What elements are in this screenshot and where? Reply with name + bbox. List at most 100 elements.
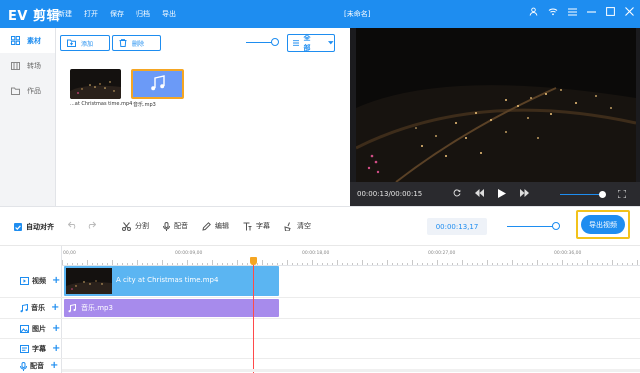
ruler-tick bbox=[582, 263, 583, 265]
ruler-tick bbox=[572, 263, 573, 265]
ruler-tick bbox=[232, 263, 233, 265]
video-frame-image bbox=[356, 28, 636, 182]
media-filter-select[interactable]: 全部 bbox=[287, 34, 335, 52]
ruler-tick bbox=[217, 263, 218, 265]
menu-archive[interactable]: 归档 bbox=[136, 9, 150, 19]
ruler-tick bbox=[102, 263, 103, 265]
undo-icon[interactable] bbox=[68, 221, 78, 229]
playhead-handle[interactable] bbox=[250, 257, 257, 265]
video-clip[interactable]: A city at Christmas time.mp4 bbox=[64, 266, 279, 296]
sidebar-item-transition[interactable]: 转场 bbox=[0, 53, 55, 78]
maximize-icon[interactable] bbox=[606, 7, 615, 16]
audio-clip[interactable]: 音乐.mp3 bbox=[64, 299, 279, 317]
subtitle-button[interactable]: 字幕 bbox=[243, 221, 270, 231]
delete-button[interactable]: 删除 bbox=[112, 35, 161, 51]
clear-button[interactable]: 清空 bbox=[284, 221, 311, 231]
ruler-tick bbox=[332, 263, 333, 265]
ruler-tick bbox=[207, 263, 208, 265]
ruler-tick bbox=[437, 260, 438, 265]
ruler-tick bbox=[377, 263, 378, 265]
ruler-tick bbox=[182, 263, 183, 265]
split-button[interactable]: 分割 bbox=[122, 221, 149, 231]
sidebar-item-media[interactable]: 素材 bbox=[0, 28, 55, 53]
ruler-tick bbox=[477, 263, 478, 265]
volume-slider-handle[interactable] bbox=[599, 191, 606, 198]
ruler-tick bbox=[387, 260, 388, 265]
menu-export[interactable]: 导出 bbox=[162, 9, 176, 19]
ruler-tick bbox=[82, 263, 83, 265]
ruler-tick bbox=[312, 260, 313, 265]
audio-clip-name: 音乐.mp3 bbox=[81, 304, 113, 312]
add-subtitle-button[interactable]: + bbox=[52, 344, 60, 354]
fast-forward-icon[interactable] bbox=[520, 189, 529, 197]
redo-icon[interactable] bbox=[86, 221, 96, 229]
timeline-ruler[interactable]: 00,00 00:00:09,00 00:00:18,00 00:00:27,0… bbox=[62, 246, 640, 266]
replay-icon[interactable] bbox=[453, 189, 461, 197]
track-header-voice: 配音 + bbox=[20, 361, 58, 371]
timeline-zoom-slider-track[interactable] bbox=[507, 226, 557, 227]
sidebar-item-label: 转场 bbox=[27, 61, 41, 70]
ruler-tick bbox=[612, 260, 613, 265]
ruler-tick bbox=[522, 263, 523, 265]
add-voice-button[interactable]: + bbox=[50, 361, 58, 371]
media-icon bbox=[11, 36, 20, 45]
add-button[interactable]: 添加 bbox=[60, 35, 110, 51]
video-frame[interactable] bbox=[356, 28, 636, 182]
music-note-icon bbox=[68, 303, 76, 312]
volume-slider-track[interactable] bbox=[560, 194, 602, 195]
app-logo: EV 剪辑 bbox=[8, 9, 60, 24]
ruler-label: 00:00:27,00 bbox=[428, 251, 456, 256]
rewind-icon[interactable] bbox=[475, 189, 484, 197]
export-highlight: 导出视频 bbox=[576, 210, 630, 239]
menu-new[interactable]: 新建 bbox=[58, 9, 72, 19]
menu-icon[interactable] bbox=[568, 8, 577, 16]
timeline-scrollbar[interactable] bbox=[62, 369, 640, 372]
close-icon[interactable] bbox=[625, 7, 634, 16]
playback-buttons bbox=[453, 189, 529, 198]
playhead-line bbox=[253, 262, 254, 373]
current-time-field[interactable]: 00:00:13,17 bbox=[427, 218, 487, 235]
media-item-video[interactable] bbox=[70, 69, 121, 99]
ruler-tick bbox=[87, 260, 88, 265]
fullscreen-icon[interactable] bbox=[618, 190, 626, 198]
ruler-tick bbox=[72, 263, 73, 265]
add-video-button[interactable]: + bbox=[52, 276, 60, 286]
ruler-tick bbox=[462, 260, 463, 265]
thumbnail-size-slider-handle[interactable] bbox=[271, 38, 279, 46]
ruler-tick bbox=[262, 260, 263, 265]
auto-align-toggle[interactable]: 自动对齐 bbox=[14, 222, 54, 232]
ruler-tick bbox=[432, 263, 433, 265]
auto-align-checkbox[interactable] bbox=[14, 223, 22, 231]
track-label: 图片 bbox=[32, 325, 46, 333]
sidebar-item-works[interactable]: 作品 bbox=[0, 78, 55, 103]
export-video-button[interactable]: 导出视频 bbox=[581, 215, 625, 234]
document-title: [未命名] bbox=[344, 10, 371, 18]
playback-timecode: 00:00:13/00:00:15 bbox=[357, 190, 423, 198]
ruler-label: 00:00:36,00 bbox=[554, 251, 582, 256]
thumbnail-size-slider-track[interactable] bbox=[246, 42, 274, 43]
ruler-tick bbox=[357, 263, 358, 265]
media-item-audio-name: 音乐.mp3 bbox=[133, 102, 156, 108]
ruler-tick bbox=[447, 263, 448, 265]
dub-button[interactable]: 配音 bbox=[163, 221, 188, 231]
ruler-tick bbox=[577, 263, 578, 265]
title-bar: EV 剪辑 新建 打开 保存 归档 导出 [未命名] bbox=[0, 0, 640, 28]
user-icon[interactable] bbox=[529, 7, 538, 16]
add-button-label: 添加 bbox=[81, 40, 94, 48]
sidebar: 素材 转场 作品 bbox=[0, 28, 56, 206]
app-window: EV 剪辑 新建 打开 保存 归档 导出 [未命名] 素材 转场 作品 添加 删… bbox=[0, 0, 640, 373]
music-icon bbox=[20, 303, 28, 312]
add-music-button[interactable]: + bbox=[51, 303, 59, 313]
timeline-zoom-slider-handle[interactable] bbox=[552, 222, 560, 230]
wifi-icon[interactable] bbox=[548, 7, 558, 16]
play-icon[interactable] bbox=[498, 189, 506, 198]
ruler-tick bbox=[117, 263, 118, 265]
ruler-tick bbox=[132, 263, 133, 265]
menu-open[interactable]: 打开 bbox=[84, 9, 98, 19]
media-item-audio[interactable] bbox=[131, 69, 184, 99]
edit-button[interactable]: 编辑 bbox=[202, 221, 229, 231]
menu-save[interactable]: 保存 bbox=[110, 9, 124, 19]
minimize-icon[interactable] bbox=[587, 8, 596, 16]
ruler-tick bbox=[497, 263, 498, 265]
add-image-button[interactable]: + bbox=[52, 324, 60, 334]
